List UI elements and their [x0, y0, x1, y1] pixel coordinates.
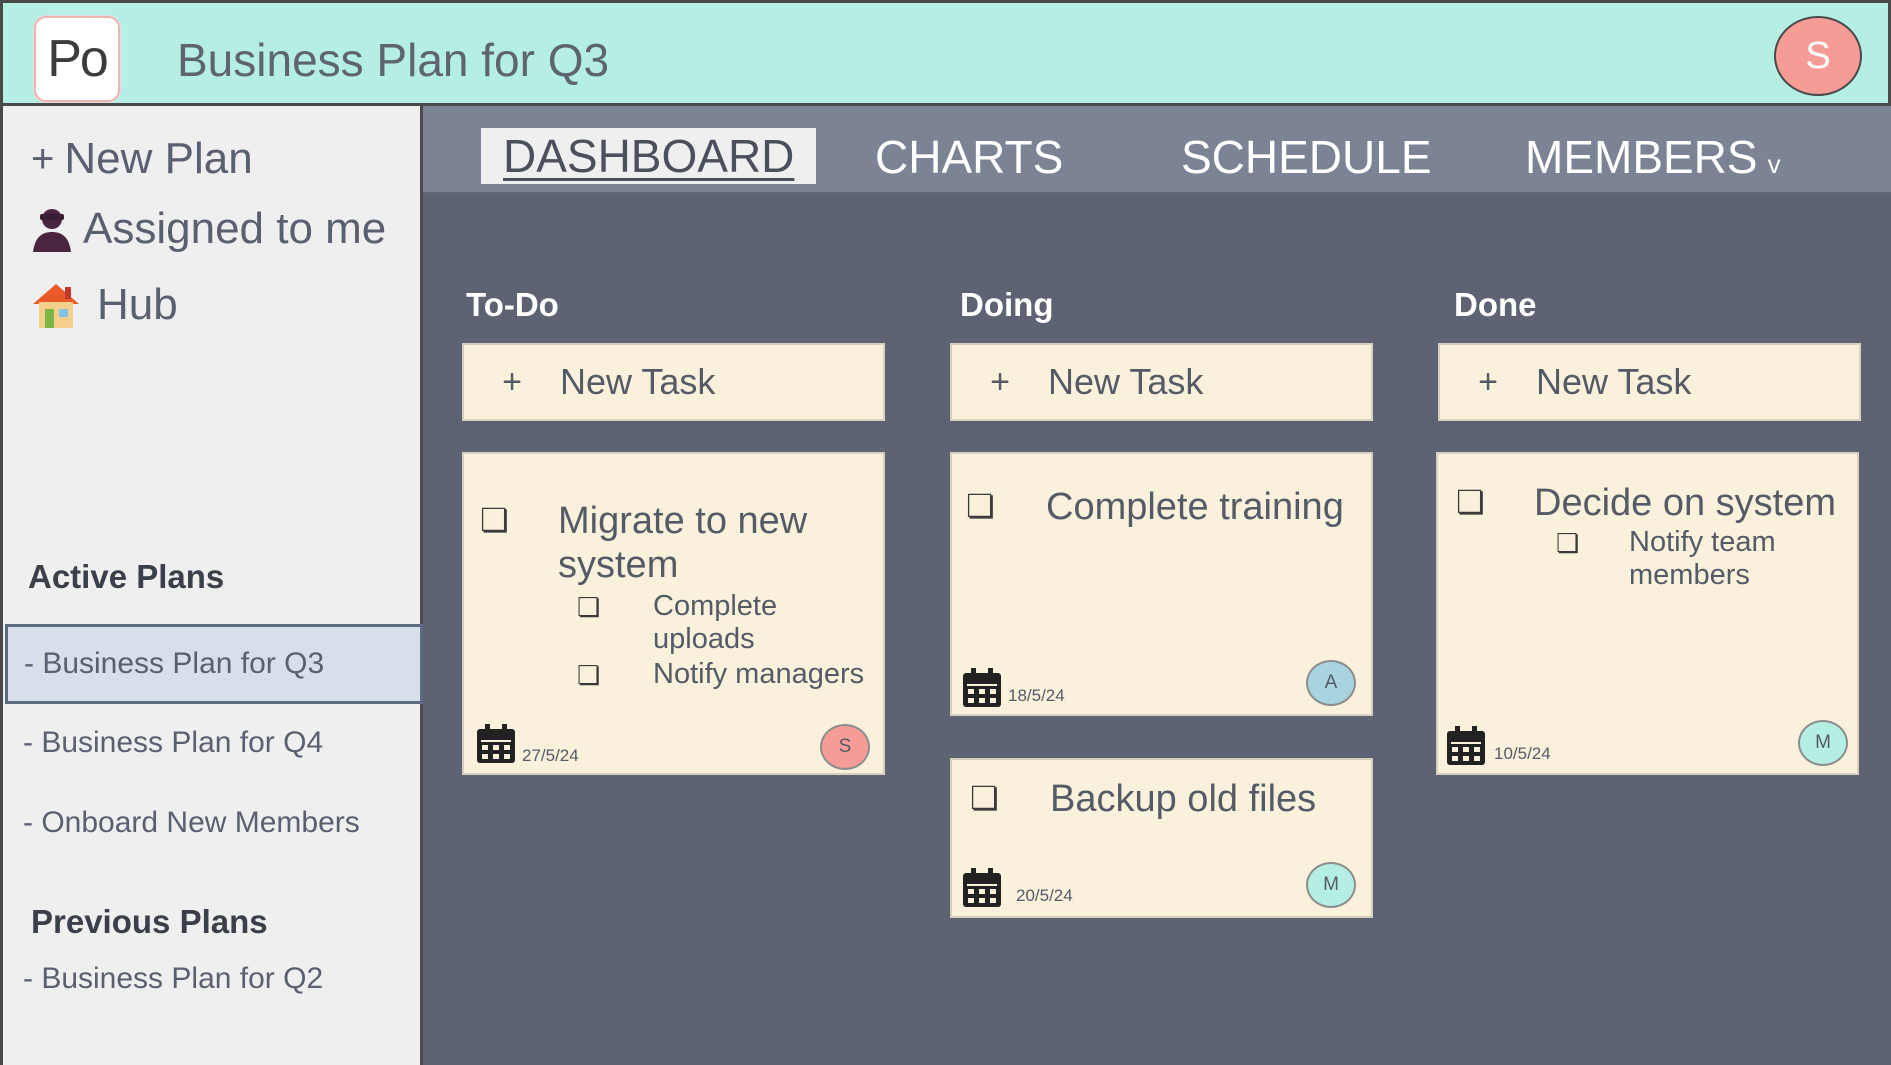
- new-task-button-todo[interactable]: + New Task: [462, 343, 885, 421]
- checkbox-icon[interactable]: ❏: [577, 594, 600, 620]
- plan-item-onboard-members[interactable]: - Onboard New Members: [23, 806, 360, 840]
- checkbox-icon[interactable]: ❏: [577, 662, 600, 688]
- task-card[interactable]: ❏ Decide on system ❏ Notify team members…: [1436, 452, 1859, 775]
- new-task-button-doing[interactable]: + New Task: [950, 343, 1373, 421]
- new-task-button-done[interactable]: + New Task: [1438, 343, 1861, 421]
- tab-dashboard[interactable]: DASHBOARD: [481, 128, 817, 184]
- subtask-label: Complete uploads: [653, 590, 778, 656]
- due-date: 20/5/24: [1016, 886, 1073, 905]
- task-title: Backup old files: [1050, 778, 1317, 820]
- task-card[interactable]: ❏ Complete training 18/5/24 A: [950, 452, 1373, 716]
- hub-button[interactable]: Hub: [31, 280, 178, 330]
- plus-icon: +: [990, 362, 1010, 401]
- plan-item-business-q2[interactable]: - Business Plan for Q2: [23, 962, 323, 996]
- tab-members-label: MEMBERS: [1525, 131, 1758, 183]
- column-title-todo: To-Do: [466, 286, 559, 323]
- due-date: 18/5/24: [1008, 686, 1065, 705]
- user-avatar[interactable]: S: [1774, 16, 1862, 96]
- plan-item-business-q4[interactable]: - Business Plan for Q4: [23, 726, 323, 760]
- checkbox-icon[interactable]: ❏: [970, 782, 999, 814]
- chevron-down-icon: v: [1767, 149, 1781, 179]
- subtask-label: Notify managers: [653, 658, 865, 690]
- plus-icon: +: [31, 136, 55, 181]
- active-plans-heading: Active Plans: [28, 558, 225, 595]
- assignee-avatar[interactable]: M: [1798, 720, 1848, 766]
- subtask-label: Notify team members: [1629, 526, 1776, 592]
- task-card[interactable]: ❏ Migrate to new system ❏ Complete uploa…: [462, 452, 885, 775]
- person-icon: [31, 206, 73, 252]
- kanban-board: To-Do + New Task ❏ Migrate to new system…: [423, 196, 1891, 1065]
- column-title-done: Done: [1454, 286, 1537, 323]
- checkbox-icon[interactable]: ❏: [1456, 486, 1485, 518]
- assignee-avatar[interactable]: S: [820, 724, 870, 770]
- calendar-icon: [1447, 726, 1485, 765]
- assigned-to-me-button[interactable]: Assigned to me: [31, 204, 386, 254]
- plan-item-business-q3[interactable]: - Business Plan for Q3: [5, 624, 423, 704]
- tab-schedule[interactable]: SCHEDULE: [1181, 130, 1432, 184]
- new-task-label: New Task: [1536, 361, 1692, 402]
- calendar-icon: [963, 868, 1001, 907]
- due-date: 27/5/24: [522, 746, 579, 765]
- plus-icon: +: [1478, 362, 1498, 401]
- previous-plans-heading: Previous Plans: [31, 903, 268, 940]
- calendar-icon: [963, 668, 1001, 707]
- due-date: 10/5/24: [1494, 744, 1551, 763]
- assignee-avatar[interactable]: A: [1306, 660, 1356, 706]
- new-task-label: New Task: [560, 361, 716, 402]
- assignee-avatar[interactable]: M: [1306, 862, 1356, 908]
- tab-bar: DASHBOARD CHARTS SCHEDULE MEMBERS v: [423, 106, 1891, 196]
- new-task-label: New Task: [1048, 361, 1204, 402]
- column-title-doing: Doing: [960, 286, 1054, 323]
- new-plan-button[interactable]: + New Plan: [31, 134, 253, 184]
- page-title: Business Plan for Q3: [177, 34, 610, 86]
- calendar-icon: [477, 724, 515, 763]
- checkbox-icon[interactable]: ❏: [480, 504, 509, 536]
- plus-icon: +: [502, 362, 522, 401]
- app-logo[interactable]: Po: [34, 16, 120, 102]
- sidebar: + New Plan Assigned to me Hub Active Pla…: [0, 106, 423, 1065]
- new-plan-label: New Plan: [64, 134, 253, 183]
- checkbox-icon[interactable]: ❏: [1556, 530, 1579, 556]
- tab-charts[interactable]: CHARTS: [875, 130, 1063, 184]
- hub-label: Hub: [97, 280, 178, 329]
- house-icon: [31, 282, 81, 328]
- task-title: Complete training: [1046, 486, 1344, 528]
- task-title: Decide on system: [1534, 482, 1837, 524]
- task-title: Migrate to new system: [558, 500, 808, 586]
- task-card[interactable]: ❏ Backup old files 20/5/24 M: [950, 758, 1373, 918]
- app-header: Po Business Plan for Q3 S: [0, 0, 1891, 106]
- assigned-to-me-label: Assigned to me: [83, 204, 387, 253]
- checkbox-icon[interactable]: ❏: [966, 490, 995, 522]
- tab-members[interactable]: MEMBERS v: [1525, 130, 1781, 184]
